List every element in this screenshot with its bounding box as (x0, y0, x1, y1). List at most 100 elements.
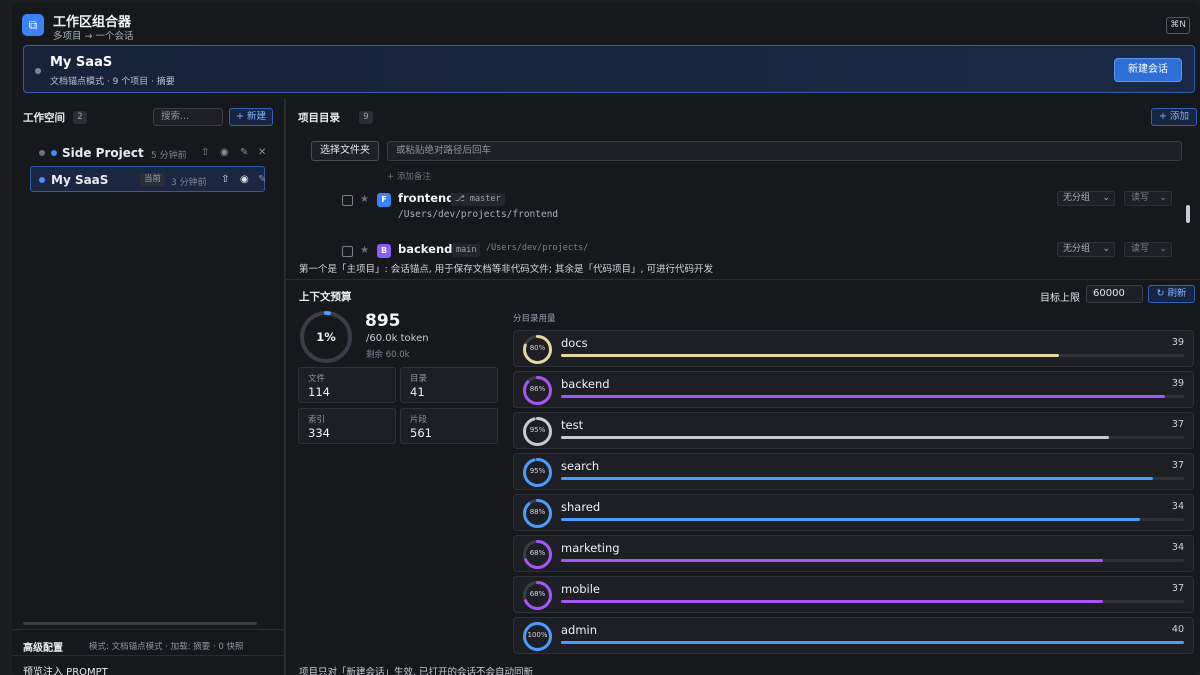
dir-usage-bar (561, 559, 1103, 562)
dir-count: 39 (1171, 337, 1184, 348)
chevron-down-icon: ⌄ (1102, 244, 1110, 254)
dir-ring-percent: 88% (529, 508, 546, 516)
refresh-button[interactable]: ↻ 刷新 (1148, 285, 1195, 303)
status-dot (35, 68, 41, 74)
mode-select[interactable]: 读写 ⌄ (1124, 242, 1172, 257)
dir-count: 37 (1171, 460, 1184, 471)
stat-value: 334 (308, 426, 330, 440)
app-subtitle: 多项目 → 一个会话 (53, 31, 134, 42)
project-row: ★ F frontend ⎇ master /Users/dev/project… (306, 189, 1192, 229)
star-icon[interactable]: ★ (360, 245, 369, 256)
dir-count: 34 (1171, 501, 1184, 512)
mode-select[interactable]: 读写 ⌄ (1124, 191, 1172, 206)
path-input[interactable]: 或粘贴绝对路径后回车 (387, 141, 1182, 161)
active-dot (39, 177, 45, 183)
dir-usage-row: 95% test 37 (513, 412, 1194, 449)
workspace-item-time: 3 分钟前 (171, 178, 207, 188)
layers-icon: ⧉ (22, 14, 44, 36)
project-checkbox[interactable] (342, 195, 353, 206)
refresh-icon: ↻ (1156, 288, 1168, 299)
dir-name: search (561, 459, 600, 473)
group-select-value: 无分组 (1063, 244, 1091, 254)
folder-icon: B (377, 244, 391, 258)
new-workspace-button[interactable]: + 新建 (229, 108, 273, 126)
dir-ring-percent: 68% (529, 590, 546, 598)
stat-index: 索引 334 (298, 408, 396, 444)
dir-usage-track (561, 477, 1184, 480)
horizontal-scrollbar[interactable] (23, 622, 257, 625)
current-workspace-banner: My SaaS 文档锚点模式 · 9 个项目 · 摘要 新建会话 (23, 45, 1195, 93)
target-limit-input[interactable]: 60000 (1086, 285, 1143, 303)
dir-count: 40 (1171, 624, 1184, 635)
new-shortcut-button[interactable]: ⌘N (1166, 17, 1190, 34)
dir-name: marketing (561, 541, 620, 555)
stat-files: 文件 114 (298, 367, 396, 403)
workspace-count: 2 (73, 111, 87, 124)
branch-badge: main (452, 244, 481, 257)
dir-count: 37 (1171, 419, 1184, 430)
new-session-button[interactable]: 新建会话 (1114, 58, 1182, 82)
dir-usage-bar (561, 395, 1166, 398)
upload-icon[interactable]: ⇧ (221, 174, 229, 185)
project-name: backend (398, 242, 453, 256)
pin-icon[interactable]: ◉ (220, 147, 229, 158)
main-panel: 项目目录 9 + 添加 选择文件夹 或粘贴绝对路径后回车 + 添加备注 ★ F … (286, 99, 1200, 675)
edit-icon[interactable]: ✎ (258, 174, 266, 185)
chevron-down-icon: ⌄ (1159, 244, 1167, 254)
refresh-label: 刷新 (1167, 288, 1187, 299)
dir-usage-bar (561, 477, 1153, 480)
dir-name: backend (561, 377, 610, 391)
advanced-config-row[interactable]: 高级配置 模式: 文档锚点模式 · 加载: 摘要 · 0 快照 (12, 629, 285, 655)
add-note-link[interactable]: + 添加备注 (387, 170, 431, 182)
stat-label: 索引 (308, 415, 326, 425)
close-icon[interactable]: ✕ (258, 147, 266, 158)
dir-ring-percent: 100% (527, 631, 548, 639)
vertical-scrollbar[interactable] (1186, 205, 1190, 223)
dir-count: 34 (1171, 542, 1184, 553)
advanced-config-title: 高级配置 (23, 643, 63, 654)
token-max: /60.0k token (366, 333, 429, 344)
dir-name: docs (561, 336, 588, 350)
workspace-sidebar: 工作空间 2 搜索... + 新建 Side Project 5 分钟前 ⇧ ◉… (12, 99, 285, 675)
group-select[interactable]: 无分组 ⌄ (1057, 242, 1115, 257)
workspace-item-name: My SaaS (51, 173, 109, 187)
workspace-item-my-saas[interactable]: My SaaS 当前 3 分钟前 ⇧ ◉ ✎ (30, 166, 266, 192)
footer-note: 项目只对「新建会话」生效, 已打开的会话不会自动同新 (299, 667, 534, 675)
dir-ring-percent: 68% (529, 549, 546, 557)
edit-icon[interactable]: ✎ (240, 147, 248, 158)
stat-label: 片段 (410, 415, 428, 425)
project-path: /Users/dev/projects/frontend (398, 209, 559, 220)
dir-ring-percent: 95% (529, 426, 546, 434)
project-checkbox[interactable] (342, 246, 353, 257)
dir-usage-track (561, 641, 1184, 644)
group-select-value: 无分组 (1063, 193, 1091, 203)
star-icon[interactable]: ★ (360, 194, 369, 205)
pin-icon[interactable]: ◉ (240, 174, 249, 185)
workspace-meta: 文档锚点模式 · 9 个项目 · 摘要 (50, 77, 175, 87)
workspace-item-side-project[interactable]: Side Project 5 分钟前 ⇧ ◉ ✎ ✕ (30, 140, 266, 166)
dir-usage-row: 68% mobile 37 (513, 576, 1194, 613)
dir-usage-track (561, 436, 1184, 439)
stat-value: 114 (308, 385, 330, 399)
section-divider (286, 279, 1200, 280)
dir-usage-track (561, 600, 1184, 603)
preview-prompt-row[interactable]: 预览注入 PROMPT (12, 655, 285, 675)
upload-icon[interactable]: ⇧ (201, 147, 209, 158)
dir-usage-bar (561, 436, 1110, 439)
stat-dirs: 目录 41 (400, 367, 498, 403)
dir-usage-row: 95% search 37 (513, 453, 1194, 490)
dir-usage-title: 分目录用量 (513, 314, 556, 324)
current-tag: 当前 (140, 173, 166, 186)
dir-ring-percent: 80% (529, 344, 546, 352)
stat-value: 41 (410, 385, 425, 399)
select-folder-button[interactable]: 选择文件夹 (311, 141, 379, 161)
dir-usage-track (561, 559, 1184, 562)
dir-usage-row: 86% backend 39 (513, 371, 1194, 408)
add-project-button[interactable]: + 添加 (1151, 108, 1197, 126)
dir-count: 39 (1171, 378, 1184, 389)
dir-usage-bar (561, 518, 1141, 521)
workspace-search-input[interactable]: 搜索... (153, 108, 223, 126)
dir-ring-percent: 86% (529, 385, 546, 393)
group-select[interactable]: 无分组 ⌄ (1057, 191, 1115, 206)
mode-select-value: 读写 (1131, 244, 1150, 254)
